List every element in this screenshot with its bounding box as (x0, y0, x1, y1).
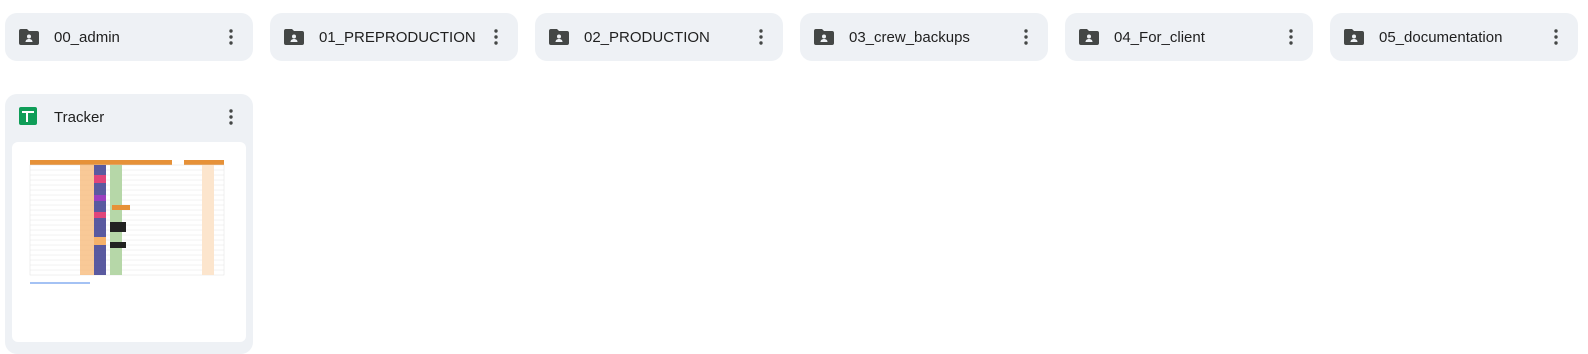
more-options-icon[interactable] (749, 25, 773, 49)
file-card[interactable]: Tracker (5, 94, 253, 354)
google-sheets-icon (19, 107, 39, 127)
folder-card[interactable]: 04_For_client (1065, 13, 1313, 61)
folders-grid: 00_admin 01_PREPRODUCTION 02_PRODUCTION … (5, 13, 1578, 61)
folder-name: 04_For_client (1114, 28, 1205, 46)
file-card-header: Tracker (5, 94, 253, 140)
shared-folder-icon (1342, 25, 1366, 49)
more-options-icon[interactable] (1014, 25, 1038, 49)
shared-folder-icon (17, 25, 41, 49)
folder-name: 03_crew_backups (849, 28, 970, 46)
folder-name: 00_admin (54, 28, 120, 46)
more-options-icon[interactable] (219, 105, 243, 129)
shared-folder-icon (547, 25, 571, 49)
shared-folder-icon (282, 25, 306, 49)
more-options-icon[interactable] (1279, 25, 1303, 49)
file-thumbnail[interactable] (12, 142, 246, 342)
shared-folder-icon (1077, 25, 1101, 49)
folder-name: 02_PRODUCTION (584, 28, 710, 46)
folder-name: 05_documentation (1379, 28, 1503, 46)
folder-card[interactable]: 05_documentation (1330, 13, 1578, 61)
folder-name: 01_PREPRODUCTION (319, 28, 476, 46)
folder-card[interactable]: 01_PREPRODUCTION (270, 13, 518, 61)
more-options-icon[interactable] (219, 25, 243, 49)
more-options-icon[interactable] (1544, 25, 1568, 49)
spreadsheet-preview-image (29, 160, 225, 284)
folder-card[interactable]: 03_crew_backups (800, 13, 1048, 61)
shared-folder-icon (812, 25, 836, 49)
file-name: Tracker (54, 108, 105, 126)
folder-card[interactable]: 00_admin (5, 13, 253, 61)
more-options-icon[interactable] (484, 25, 508, 49)
folder-card[interactable]: 02_PRODUCTION (535, 13, 783, 61)
